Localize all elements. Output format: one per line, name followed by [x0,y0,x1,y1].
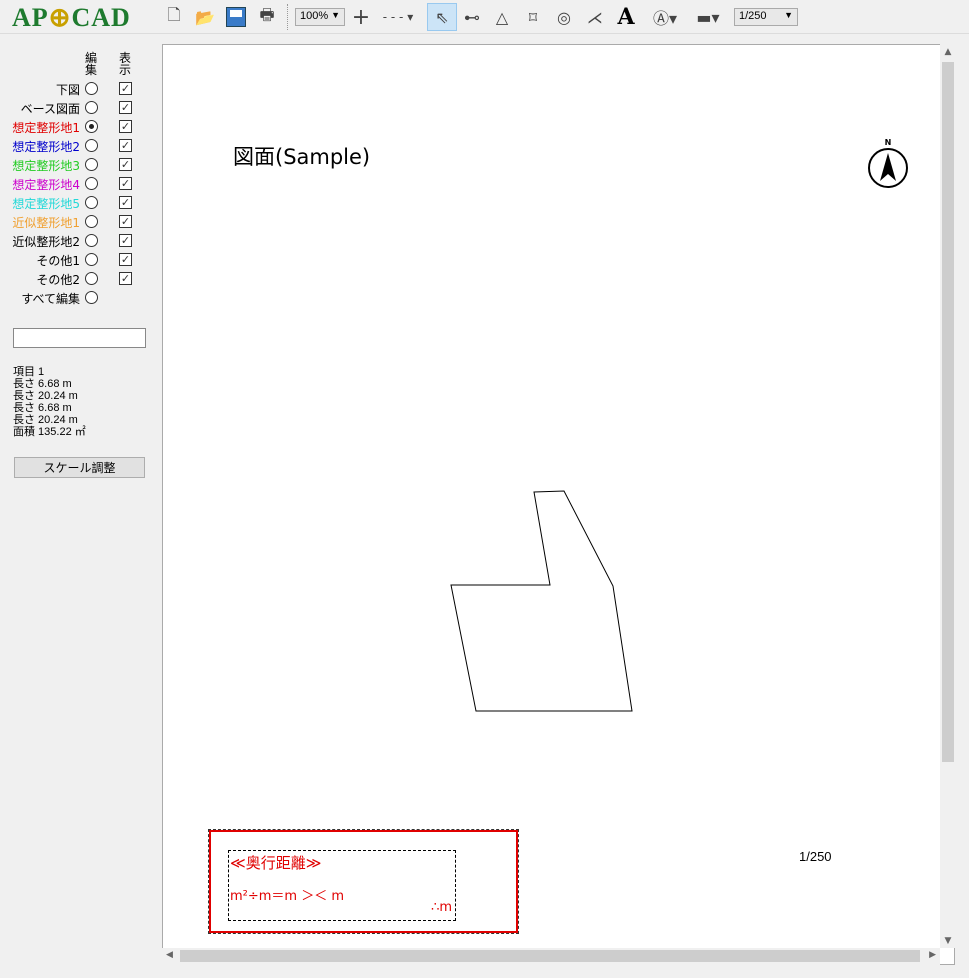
toolbar: AP⊕CAD 🗋 📂 🖶 100% ▼ + - - - ▾ ⇖ ⊷ △ ⌑ ◎ ⋌… [0,0,969,34]
zoom-select[interactable]: 100% ▼ [295,8,345,26]
layer-show-checkbox[interactable]: ✓ [119,196,132,209]
scale-adjust-button[interactable]: スケール調整 [14,457,145,478]
triangle-icon[interactable]: △ [490,5,514,29]
layer-edit-radio[interactable] [85,177,98,190]
header-show: 表 示 [118,51,131,77]
app-logo: AP⊕CAD [12,3,131,32]
info-length: 長さ 20.24 m [13,414,78,426]
crosshair-icon[interactable]: + [349,5,373,30]
layer-show-checkbox[interactable]: ✓ [119,120,132,133]
scale-value: 1/250 [739,10,767,22]
depth-inner-box: ≪奥行距離≫ m²÷m＝m ＞＜ m ∴m [228,850,456,921]
layer-row: すべて編集 [0,288,160,307]
layer-label: ベース図面 [20,102,80,116]
new-file-icon[interactable]: 🗋 [162,5,186,29]
layer-show-checkbox[interactable]: ✓ [119,139,132,152]
layer-row: 近似整形地2 ✓ [0,231,160,250]
layer-edit-radio[interactable] [85,139,98,152]
layer-row: 近似整形地1 ✓ [0,212,160,231]
horizontal-scroll-thumb[interactable] [180,950,920,962]
lot-polygon [450,490,633,712]
scale-select[interactable]: 1/250 ▼ [734,8,798,26]
layer-label: 想定整形地2 [12,140,80,154]
layer-label: 近似整形地1 [12,216,80,230]
layer-edit-radio[interactable] [85,253,98,266]
layer-show-checkbox[interactable]: ✓ [119,101,132,114]
select-arrow-icon[interactable]: ⇖ [427,3,457,31]
layer-show-checkbox[interactable]: ✓ [119,158,132,171]
info-length: 長さ 6.68 m [13,378,72,390]
vertical-scrollbar[interactable]: ▲ ▼ [940,44,956,948]
layer-show-checkbox[interactable]: ✓ [119,253,132,266]
layer-edit-radio[interactable] [85,196,98,209]
zoom-value: 100% [300,10,329,22]
branch-icon[interactable]: ⋌ [583,5,607,29]
layer-show-checkbox[interactable]: ✓ [119,234,132,247]
layer-edit-radio[interactable] [85,101,98,114]
depth-formula: m²÷m＝m ＞＜ m [230,889,345,904]
layer-label: 想定整形地1 [12,121,80,135]
drawing-canvas[interactable]: 図面(Sample) N 1/250 ≪奥行距離≫ m²÷m＝m ＞＜ m ∴m [162,44,955,965]
north-arrow-icon[interactable]: Ⓐ▾ [645,5,685,29]
layer-row: 想定整形地4 ✓ [0,174,160,193]
info-length: 長さ 20.24 m [13,390,78,402]
name-input[interactable] [13,328,146,348]
depth-result: ∴m [431,900,452,915]
segment-icon[interactable]: ⊷ [460,5,484,29]
layer-row: 想定整形地1 ✓ [0,117,160,136]
layer-row: 下図 ✓ [0,79,160,98]
layer-edit-radio[interactable] [85,234,98,247]
layer-edit-radio[interactable] [85,272,98,285]
open-folder-icon[interactable]: 📂 [193,5,217,29]
toolbar-separator [287,4,288,30]
layer-edit-radio[interactable] [85,82,98,95]
layer-label: 下図 [55,83,80,97]
header-edit: 編 集 [84,51,97,77]
vertical-scroll-thumb[interactable] [942,62,954,762]
layer-edit-radio[interactable] [85,291,98,304]
measurement-info: 項目 1 長さ 6.68 m 長さ 20.24 m 長さ 6.68 m 長さ 2… [13,366,86,438]
layer-edit-radio[interactable] [85,215,98,228]
dash-line-icon[interactable]: - - - ▾ [378,5,418,29]
road-shape-icon[interactable]: ▬▾ [688,5,728,29]
depth-distance-box[interactable]: ≪奥行距離≫ m²÷m＝m ＞＜ m ∴m [208,829,519,934]
horizontal-scrollbar[interactable]: ◀ ▶ [162,948,940,965]
layer-edit-radio[interactable] [85,120,98,133]
layer-label: 近似整形地2 [12,235,80,249]
layer-label: 想定整形地5 [12,197,80,211]
layer-label: その他2 [36,273,80,287]
layer-edit-radio[interactable] [85,158,98,171]
layer-row: ベース図面 ✓ [0,98,160,117]
layer-label: 想定整形地4 [12,178,80,192]
lot-drawing [450,490,633,712]
info-item: 項目 1 [13,366,45,378]
save-icon[interactable] [224,5,248,29]
print-icon[interactable]: 🖶 [255,5,279,29]
layer-label: 想定整形地3 [12,159,80,173]
layer-show-checkbox[interactable]: ✓ [119,82,132,95]
layer-show-checkbox[interactable]: ✓ [119,177,132,190]
layer-show-checkbox[interactable]: ✓ [119,215,132,228]
rectangle-icon[interactable]: ⌑ [521,5,545,29]
circle-icon[interactable]: ◎ [552,5,576,29]
info-length: 長さ 6.68 m [13,402,72,414]
layer-row: その他2 ✓ [0,269,160,288]
info-area: 面積 135.22 ㎡ [13,426,86,438]
scale-label: 1/250 [799,849,832,864]
text-icon[interactable]: A [614,4,638,30]
layer-row: 想定整形地3 ✓ [0,155,160,174]
layer-show-checkbox[interactable]: ✓ [119,272,132,285]
layer-row: その他1 ✓ [0,250,160,269]
layer-label: すべて編集 [21,292,80,306]
layer-label: その他1 [36,254,80,268]
layer-row: 想定整形地2 ✓ [0,136,160,155]
depth-title: ≪奥行距離≫ [230,854,322,872]
layer-row: 想定整形地5 ✓ [0,193,160,212]
